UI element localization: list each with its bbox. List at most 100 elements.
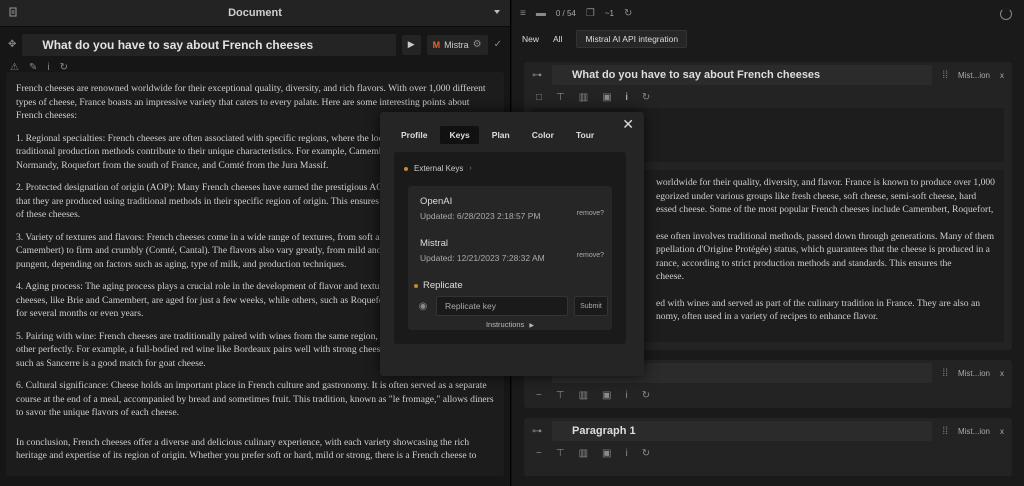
key-item-openai: OpenAI Updated: 6/28/2023 2:18:57 PM [420,196,541,221]
prompt-text: What do you have to say about French che… [42,37,314,52]
trash-icon[interactable]: ▥ [579,92,588,103]
close-icon[interactable]: ✕ [622,116,634,133]
info-icon[interactable]: i [626,92,628,103]
pin-icon[interactable]: ⊤ [556,92,565,103]
close-icon[interactable]: x [1000,71,1004,80]
status-dot-icon [404,166,408,171]
close-icon[interactable]: x [1000,427,1004,436]
copy-icon[interactable]: ❐ [586,8,595,19]
close-icon[interactable]: x [1000,369,1004,378]
submit-button[interactable]: Submit [574,296,608,316]
card-header: ⊶ What do you have to say about French c… [524,62,1012,88]
response-line: essed cheese. Some of the most popular F… [656,204,994,215]
pin-icon[interactable]: ⊤ [556,390,565,401]
check-icon[interactable]: ✓ [494,39,502,50]
response-line: ese often involves traditional methods, … [656,230,995,242]
response-line: worldwide for their quality, diversity, … [656,177,995,188]
chevron-down-icon[interactable] [492,7,502,20]
card-toolbar: − ⊤ ▥ ▣ i ↻ [524,386,1012,404]
grid-icon[interactable]: ⁞⁞ [942,368,948,379]
settings-icon[interactable]: ⚙ [473,39,482,50]
doc-conclusion: In conclusion, French cheeses offer a di… [16,436,477,462]
info-icon[interactable]: i [47,62,49,73]
pin-icon[interactable]: ⊤ [556,448,565,459]
run-button[interactable]: ▶ [401,34,421,55]
model-chip[interactable]: Mist...ion [958,369,990,378]
key-name: Replicate [423,280,463,291]
info-icon[interactable]: i [625,390,627,401]
warning-icon[interactable]: ⚠ [10,62,19,73]
mistral-logo-icon: M [432,39,441,50]
save-icon[interactable]: ▣ [602,390,611,401]
menu-icon[interactable]: ≡ [520,8,526,19]
key-name: Mistral [420,238,448,249]
model-label: Mistra [444,39,469,50]
document-icon [8,7,18,20]
loading-spinner-icon [1000,7,1012,20]
document-header: Document [0,0,510,27]
grid-icon[interactable]: ⁞⁞ [942,70,948,81]
response-line: ed with wines and served as part of the … [656,297,981,309]
remove-key-button[interactable]: remove? [577,252,604,259]
model-selector[interactable]: M Mistra ⚙ [426,34,488,55]
tab-plan[interactable]: Plan [483,126,519,144]
info-icon[interactable]: i [625,448,627,459]
tab-all[interactable]: All [553,34,562,44]
save-icon[interactable]: ▣ [602,92,611,103]
prompt-input[interactable]: What do you have to say about French che… [22,33,396,56]
counter-secondary: ~1 [604,9,614,18]
edit-icon[interactable]: ✎ [29,62,37,73]
modal-tabs: Profile Keys Plan Color Tour [392,126,603,144]
play-icon: ▶ [407,39,415,49]
external-keys-header: External Keys › [404,164,472,173]
session-card: ⊶ Paragraph 1 ⁞⁞ Mist...ion x − ⊤ ▥ ▣ i … [524,418,1012,476]
instructions-label: Instructions [485,320,525,329]
checkbox-icon[interactable]: □ [536,92,542,103]
card-title: Paragraph 1 [572,425,636,437]
response-line [656,284,996,297]
remove-key-button[interactable]: remove? [577,210,604,217]
tab-profile[interactable]: Profile [392,126,436,144]
card-header: ⊶ Paragraph 1 ⁞⁞ Mist...ion x [524,418,1012,444]
card-icon[interactable]: ▬ [536,8,546,19]
grid-icon[interactable]: ⁞⁞ [942,426,948,437]
key-name: OpenAI [420,196,453,207]
status-dot-icon [414,283,418,288]
trash-icon[interactable]: ▥ [579,390,588,401]
move-icon[interactable]: ✥ [8,39,16,50]
refresh-icon[interactable]: ↻ [642,92,650,103]
response-line: rance, according to strict production me… [656,257,952,269]
response-line [656,217,996,230]
chevron-right-icon[interactable]: › [469,165,471,172]
refresh-icon[interactable]: ↻ [624,8,632,19]
sessions-tabs: New All Mistral AI API integration [512,27,1024,51]
response-line: nomy, often used in a variety of recipes… [656,311,879,322]
tab-tour[interactable]: Tour [567,126,603,144]
link-icon[interactable]: ⊶ [532,426,542,437]
minus-icon[interactable]: − [536,448,542,459]
eye-icon[interactable]: ◉ [416,301,430,312]
counter: 0 / 54 [555,9,576,18]
instructions-link[interactable]: Instructions ▶ [408,320,612,329]
model-chip[interactable]: Mist...ion [958,427,990,436]
keys-list: OpenAI Updated: 6/28/2023 2:18:57 PM rem… [408,186,612,330]
card-title-field[interactable]: Paragraph 1 [552,421,933,441]
tab-mistral-api[interactable]: Mistral AI API integration [576,30,688,48]
tab-keys[interactable]: Keys [440,126,479,144]
replicate-key-input[interactable]: Replicate key [436,296,568,316]
link-icon[interactable]: ⊶ [532,70,542,81]
tab-new[interactable]: New [522,34,539,44]
replicate-row: ◉ Replicate key Submit [416,296,608,316]
trash-icon[interactable]: ▥ [579,448,588,459]
refresh-icon[interactable]: ↻ [642,448,650,459]
list-item: 6. Cultural significance: Cheese holds a… [16,380,494,418]
tab-color[interactable]: Color [523,126,563,144]
refresh-icon[interactable]: ↻ [60,62,68,73]
minus-icon[interactable]: − [536,390,542,401]
response-line: cheese. [656,271,684,282]
model-chip[interactable]: Mist...ion [958,71,990,80]
card-title-field[interactable]: What do you have to say about French che… [552,65,933,85]
key-updated: Updated: 12/21/2023 7:28:32 AM [420,253,545,263]
refresh-icon[interactable]: ↻ [642,390,650,401]
save-icon[interactable]: ▣ [602,448,611,459]
